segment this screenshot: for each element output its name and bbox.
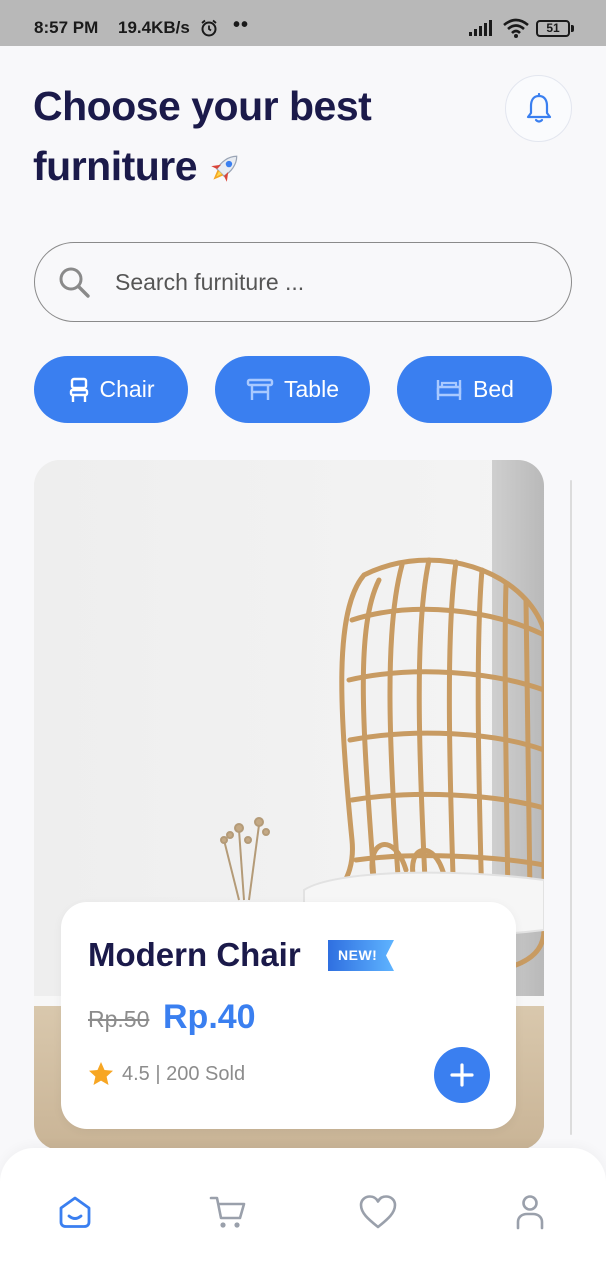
battery-tip [571, 25, 574, 32]
new-badge: NEW! [328, 940, 394, 971]
status-dots: •• [233, 14, 250, 36]
star-icon [89, 1062, 113, 1085]
nav-home[interactable] [55, 1192, 95, 1232]
product-name: Modern Chair [88, 936, 301, 973]
plus-icon [450, 1063, 474, 1087]
add-to-cart-button[interactable] [434, 1047, 490, 1103]
nav-profile[interactable] [510, 1192, 550, 1232]
battery-indicator: 51 [536, 20, 570, 37]
old-price: Rp.50 [88, 1006, 150, 1032]
table-icon [246, 378, 274, 400]
alarm-icon [201, 19, 217, 37]
category-chip-chair[interactable]: Chair [34, 356, 188, 423]
current-price: Rp.40 [163, 998, 256, 1036]
rocket-icon [211, 155, 238, 182]
rating-and-sold: 4.5 | 200 Sold [122, 1063, 246, 1085]
search-icon [59, 267, 90, 298]
nav-cart[interactable] [208, 1192, 248, 1232]
heart-icon [359, 1195, 397, 1229]
signal-icon [469, 20, 492, 36]
category-chip-table[interactable]: Table [215, 356, 370, 423]
bottom-navigation [0, 1148, 606, 1280]
status-bar: 8:57 PM 19.4KB/s •• 51 [0, 0, 606, 46]
user-icon [516, 1195, 544, 1230]
notification-button[interactable] [505, 75, 572, 142]
category-chip-bed[interactable]: Bed [397, 356, 552, 423]
search-input[interactable] [115, 259, 535, 305]
product-info-panel[interactable]: Modern Chair NEW! Rp.50 Rp.40 4.5 | 200 … [61, 902, 516, 1129]
status-net-speed: 19.4KB/s [118, 18, 190, 37]
status-time: 8:57 PM [34, 18, 99, 37]
new-badge-label: NEW! [338, 947, 378, 963]
carousel-scrollbar[interactable] [570, 480, 572, 1135]
bell-icon [526, 92, 551, 123]
cart-icon [209, 1196, 246, 1228]
category-chip-label: Bed [473, 376, 514, 402]
page-title: Choose your best furniture [33, 76, 463, 196]
category-chip-label: Table [284, 376, 339, 402]
search-bar[interactable] [34, 242, 572, 322]
chair-icon [69, 377, 88, 402]
bed-icon [436, 379, 462, 400]
home-icon [59, 1196, 91, 1228]
nav-favorites[interactable] [358, 1192, 398, 1232]
wifi-icon [503, 18, 529, 38]
category-chip-label: Chair [99, 376, 155, 402]
